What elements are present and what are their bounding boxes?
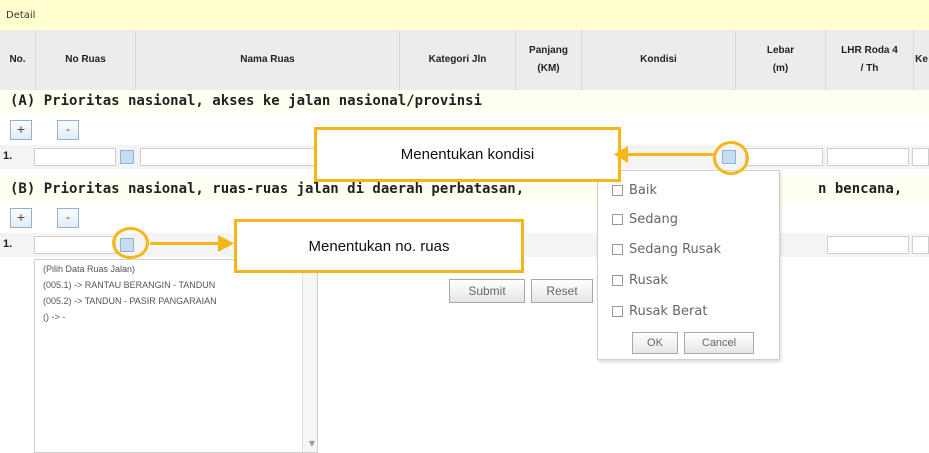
callout-kondisi-arrow-line bbox=[624, 153, 714, 156]
section-b-remove-button[interactable]: - bbox=[57, 208, 79, 228]
section-b-no-ruas-input[interactable] bbox=[34, 236, 116, 254]
callout-no-ruas-arrow-line bbox=[150, 242, 222, 245]
kondisi-option-baik[interactable]: Baik bbox=[612, 183, 657, 198]
table-header: No. No Ruas Nama Ruas Kategori Jln Panja… bbox=[0, 30, 929, 90]
arrow-right-icon bbox=[218, 235, 234, 252]
kondisi-option-label: Sedang bbox=[629, 212, 678, 227]
section-a-no-ruas-input[interactable] bbox=[34, 148, 116, 166]
scroll-down-icon[interactable]: ▼ bbox=[309, 439, 315, 448]
checkbox-icon[interactable] bbox=[612, 214, 623, 225]
arrow-left-icon bbox=[614, 146, 628, 163]
callout-kondisi: Menentukan kondisi bbox=[314, 127, 621, 182]
kondisi-option-label: Sedang Rusak bbox=[629, 242, 722, 257]
callout-no-ruas: Menentukan no. ruas bbox=[234, 219, 524, 273]
col-header-ke: Ke bbox=[915, 54, 928, 65]
kondisi-option-sedang[interactable]: Sedang bbox=[612, 212, 678, 227]
section-b-ke-input[interactable] bbox=[912, 236, 929, 254]
checkbox-icon[interactable] bbox=[612, 306, 623, 317]
checkbox-icon[interactable] bbox=[612, 185, 623, 196]
col-header-lebar: Lebar (m) bbox=[736, 30, 826, 90]
section-b-lhr-input[interactable] bbox=[827, 236, 909, 254]
ruas-option[interactable]: (Pilih Data Ruas Jalan) bbox=[43, 264, 135, 274]
kondisi-cancel-button[interactable]: Cancel bbox=[684, 332, 754, 354]
section-a-row-number: 1. bbox=[3, 150, 13, 162]
kondisi-option-rusak[interactable]: Rusak bbox=[612, 273, 668, 288]
section-a-nama-ruas-input[interactable] bbox=[140, 148, 320, 166]
ruas-list-scrollbar[interactable]: ▼ bbox=[302, 260, 317, 452]
kondisi-option-label: Rusak bbox=[629, 273, 668, 288]
kondisi-popup: Baik Sedang Sedang Rusak Rusak Rusak Ber… bbox=[597, 170, 780, 360]
col-header-kategori: Kategori Jln bbox=[400, 30, 516, 90]
section-a-add-button[interactable]: + bbox=[10, 120, 32, 140]
checkbox-icon[interactable] bbox=[612, 244, 623, 255]
detail-label: Detail bbox=[6, 10, 36, 21]
checkbox-icon[interactable] bbox=[612, 275, 623, 286]
ruas-dropdown-list[interactable]: (Pilih Data Ruas Jalan) (005.1) -> RANTA… bbox=[34, 259, 318, 453]
col-header-no-ruas: No Ruas bbox=[36, 30, 136, 90]
ruas-option[interactable]: (005.1) -> RANTAU BERANGIN - TANDUN bbox=[43, 280, 215, 290]
section-a-title: (A) Prioritas nasional, akses ke jalan n… bbox=[10, 93, 483, 109]
kondisi-option-sedang-rusak[interactable]: Sedang Rusak bbox=[612, 242, 721, 257]
submit-button[interactable]: Submit bbox=[449, 279, 525, 303]
col-header-nama-ruas: Nama Ruas bbox=[136, 30, 400, 90]
section-a-ke-input[interactable] bbox=[912, 148, 929, 166]
section-b-row-number: 1. bbox=[3, 238, 13, 250]
section-a-lebar-input[interactable] bbox=[745, 148, 823, 166]
section-b-add-button[interactable]: + bbox=[10, 208, 32, 228]
section-b-title: (B) Prioritas nasional, ruas-ruas jalan … bbox=[10, 181, 525, 197]
highlight-ring-no-ruas bbox=[112, 227, 149, 259]
detail-bar: Detail bbox=[0, 0, 929, 31]
col-header-no: No. bbox=[0, 30, 36, 90]
highlight-ring-kondisi bbox=[713, 141, 749, 175]
kondisi-option-label: Rusak Berat bbox=[629, 304, 708, 319]
kondisi-ok-button[interactable]: OK bbox=[632, 332, 678, 354]
section-a-remove-button[interactable]: - bbox=[57, 120, 79, 140]
col-header-lhr: LHR Roda 4 / Th bbox=[826, 30, 914, 90]
section-b-title-end: n bencana, bbox=[818, 181, 903, 197]
col-header-kondisi: Kondisi bbox=[582, 30, 736, 90]
reset-button[interactable]: Reset bbox=[531, 279, 593, 303]
col-header-panjang: Panjang (KM) bbox=[516, 30, 582, 90]
kondisi-option-label: Baik bbox=[629, 183, 658, 198]
section-a-no-ruas-picker[interactable] bbox=[120, 150, 134, 164]
ruas-option[interactable]: () -> - bbox=[43, 312, 65, 322]
ruas-option[interactable]: (005.2) -> TANDUN - PASIR PANGARAIAN bbox=[43, 296, 217, 306]
section-a-lhr-input[interactable] bbox=[827, 148, 909, 166]
kondisi-option-rusak-berat[interactable]: Rusak Berat bbox=[612, 304, 707, 319]
